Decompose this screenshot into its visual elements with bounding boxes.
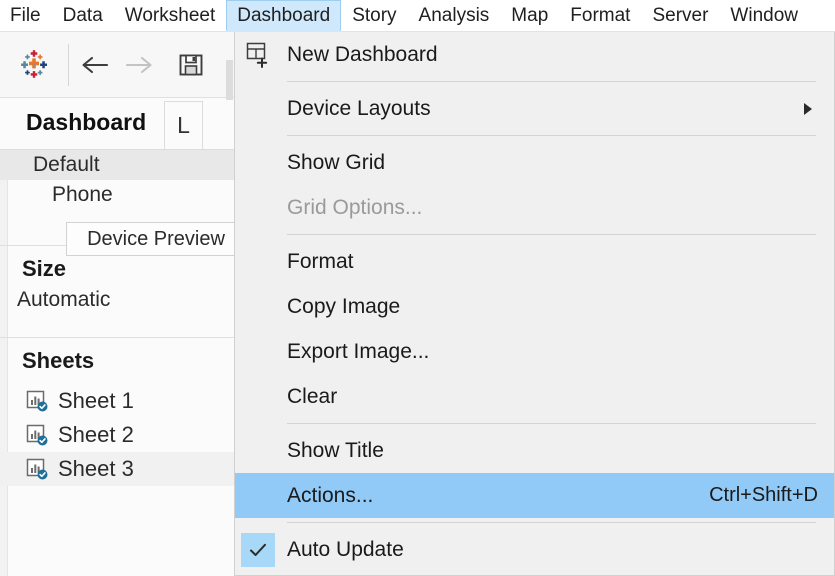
- dashboard-dropdown-menu: New Dashboard Device Layouts Show Grid Grid…: [234, 32, 835, 576]
- menu-item-grid-options: Grid Options...: [235, 185, 834, 230]
- menu-item-shortcut: Ctrl+Shift+D: [709, 484, 818, 506]
- forward-arrow-icon[interactable]: [117, 43, 161, 87]
- menu-separator: [287, 81, 816, 82]
- menu-bar: File Data Worksheet Dashboard Story Analysis M…: [0, 0, 835, 32]
- sheet-list-item[interactable]: Sheet 2: [0, 418, 234, 452]
- tableau-logo-icon[interactable]: [14, 45, 54, 85]
- menu-item-label: Copy Image: [287, 294, 401, 318]
- toolbar-divider: [68, 43, 69, 86]
- toolbar: [0, 32, 234, 98]
- menubar-item-window[interactable]: Window: [719, 0, 809, 31]
- sheets-section-title: Sheets: [22, 348, 95, 373]
- menu-item-label: Grid Options...: [287, 195, 423, 219]
- back-arrow-icon[interactable]: [73, 43, 117, 87]
- menu-item-show-grid[interactable]: Show Grid: [235, 140, 834, 185]
- submenu-arrow-icon: [804, 102, 812, 115]
- checkmark-icon: [241, 532, 275, 567]
- menubar-item-format[interactable]: Format: [559, 0, 641, 31]
- menubar-item-dashboard[interactable]: Dashboard: [226, 0, 342, 31]
- menu-item-actions[interactable]: Actions... Ctrl+Shift+D: [235, 473, 834, 518]
- size-section: Size Automatic: [0, 246, 234, 338]
- sheets-list: Sheet 1 Sheet 2 Sheet 3: [0, 384, 234, 486]
- new-dashboard-icon: [245, 41, 273, 69]
- menu-item-run-update: Run Update: [235, 572, 834, 575]
- panel-scrollbar[interactable]: [224, 32, 234, 576]
- menubar-item-server[interactable]: Server: [641, 0, 719, 31]
- worksheet-icon: [26, 424, 48, 446]
- menubar-item-worksheet[interactable]: Worksheet: [114, 0, 226, 31]
- menu-item-show-title[interactable]: Show Title: [235, 428, 834, 473]
- menubar-item-data[interactable]: Data: [52, 0, 114, 31]
- save-icon[interactable]: [169, 43, 213, 87]
- menu-item-export-image[interactable]: Export Image...: [235, 329, 834, 374]
- tab-layout[interactable]: L: [164, 101, 203, 149]
- menu-separator: [287, 135, 816, 136]
- menu-item-label: Format: [287, 249, 354, 273]
- panel-scrollbar-thumb[interactable]: [226, 60, 233, 100]
- menu-item-label: Show Grid: [287, 150, 386, 174]
- layout-row-default[interactable]: Default: [0, 150, 234, 180]
- sheet-list-item-label: Sheet 1: [58, 388, 134, 413]
- menu-item-label: Show Title: [287, 438, 384, 462]
- menu-item-label: Clear: [287, 384, 338, 408]
- menu-item-label: Auto Update: [287, 537, 404, 561]
- sheet-list-item-label: Sheet 2: [58, 422, 134, 447]
- size-value[interactable]: Automatic: [0, 288, 234, 312]
- menu-item-copy-image[interactable]: Copy Image: [235, 284, 834, 329]
- menu-item-clear[interactable]: Clear: [235, 374, 834, 419]
- menubar-item-analysis[interactable]: Analysis: [408, 0, 501, 31]
- menu-separator: [287, 522, 816, 523]
- menu-item-label: Actions...: [287, 483, 374, 507]
- menu-item-format[interactable]: Format: [235, 239, 834, 284]
- menu-item-label: Device Layouts: [287, 96, 431, 120]
- sheet-list-item-label: Sheet 3: [58, 456, 134, 481]
- menu-item-device-layouts[interactable]: Device Layouts: [235, 86, 834, 131]
- menu-separator: [287, 423, 816, 424]
- menu-item-auto-update[interactable]: Auto Update: [235, 527, 834, 572]
- layout-row-phone[interactable]: Phone: [0, 180, 234, 210]
- panel-tab-strip: Dashboard L: [0, 98, 234, 150]
- tab-dashboard[interactable]: Dashboard: [0, 97, 165, 149]
- menu-separator: [287, 234, 816, 235]
- menubar-item-story[interactable]: Story: [341, 0, 407, 31]
- sheet-list-item[interactable]: Sheet 1: [0, 384, 234, 418]
- menu-item-label: New Dashboard: [287, 42, 438, 66]
- application-window: File Data Worksheet Dashboard Story Analysis M…: [0, 0, 835, 576]
- menu-item-new-dashboard[interactable]: New Dashboard: [235, 32, 834, 77]
- sheets-section: Sheets Sheet 1 Sheet 2 Sheet 3: [0, 338, 234, 576]
- size-section-title: Size: [22, 256, 67, 281]
- menubar-item-file[interactable]: File: [0, 0, 52, 31]
- menu-item-label: Export Image...: [287, 339, 430, 363]
- worksheet-icon: [26, 390, 48, 412]
- worksheet-icon: [26, 458, 48, 480]
- dashboard-side-panel: Dashboard L Default Phone Device Preview…: [0, 32, 234, 576]
- sheet-list-item[interactable]: Sheet 3: [0, 452, 234, 486]
- device-layouts-section: Default Phone Device Preview: [0, 150, 234, 256]
- menubar-item-map[interactable]: Map: [500, 0, 559, 31]
